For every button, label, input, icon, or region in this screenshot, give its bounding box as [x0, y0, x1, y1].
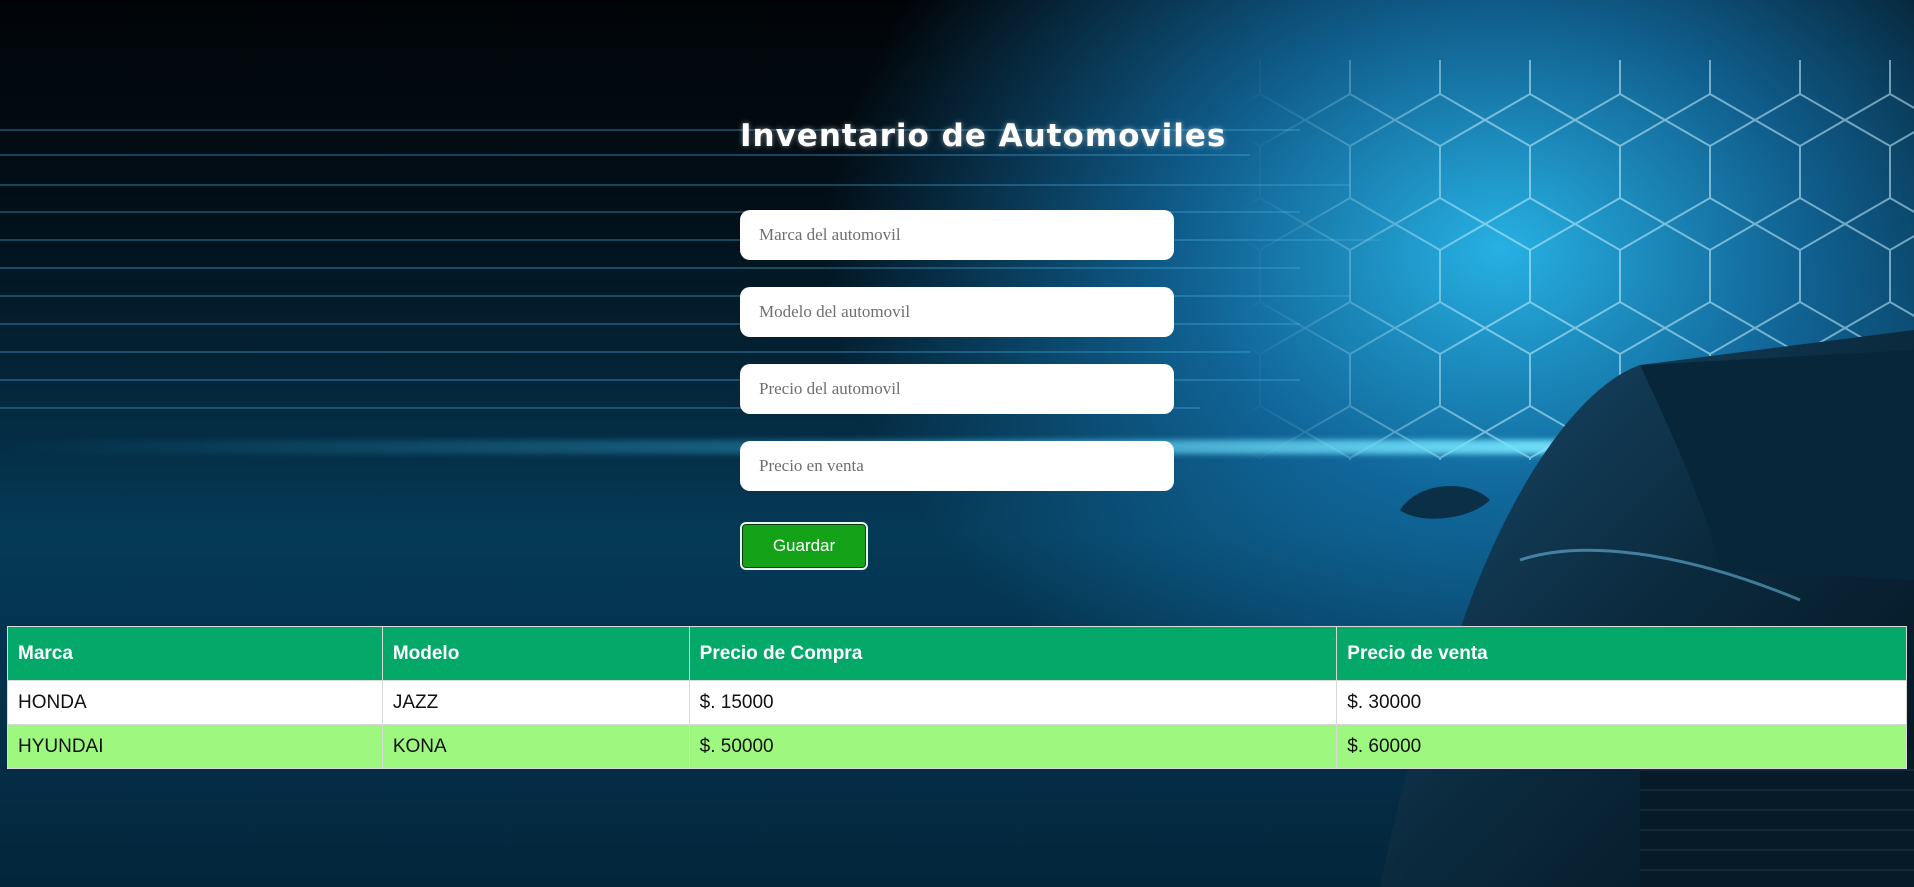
page-title: Inventario de Automoviles	[740, 118, 1227, 154]
brand-input[interactable]	[740, 210, 1174, 260]
column-header-purchase-price: Precio de Compra	[688, 626, 1338, 681]
table-row: HONDA JAZZ $. 15000 $. 30000	[7, 680, 1907, 725]
table-header-row: Marca Modelo Precio de Compra Precio de …	[7, 626, 1907, 681]
cell-sale-price: $. 30000	[1336, 680, 1907, 725]
column-header-model: Modelo	[381, 626, 690, 681]
cell-sale-price: $. 60000	[1336, 724, 1907, 769]
cell-model: KONA	[381, 724, 690, 769]
cell-brand: HYUNDAI	[7, 724, 383, 769]
model-input[interactable]	[740, 287, 1174, 337]
save-button[interactable]: Guardar	[740, 522, 868, 570]
column-header-brand: Marca	[7, 626, 383, 681]
cell-purchase-price: $. 15000	[688, 680, 1338, 725]
table-row: HYUNDAI KONA $. 50000 $. 60000	[7, 724, 1907, 769]
inventory-table: Marca Modelo Precio de Compra Precio de …	[7, 626, 1907, 769]
column-header-sale-price: Precio de venta	[1336, 626, 1907, 681]
main-content: Inventario de Automoviles Guardar Marca …	[0, 0, 1914, 887]
sale-price-input[interactable]	[740, 441, 1174, 491]
purchase-price-input[interactable]	[740, 364, 1174, 414]
cell-purchase-price: $. 50000	[688, 724, 1338, 769]
cell-model: JAZZ	[381, 680, 690, 725]
cell-brand: HONDA	[7, 680, 383, 725]
